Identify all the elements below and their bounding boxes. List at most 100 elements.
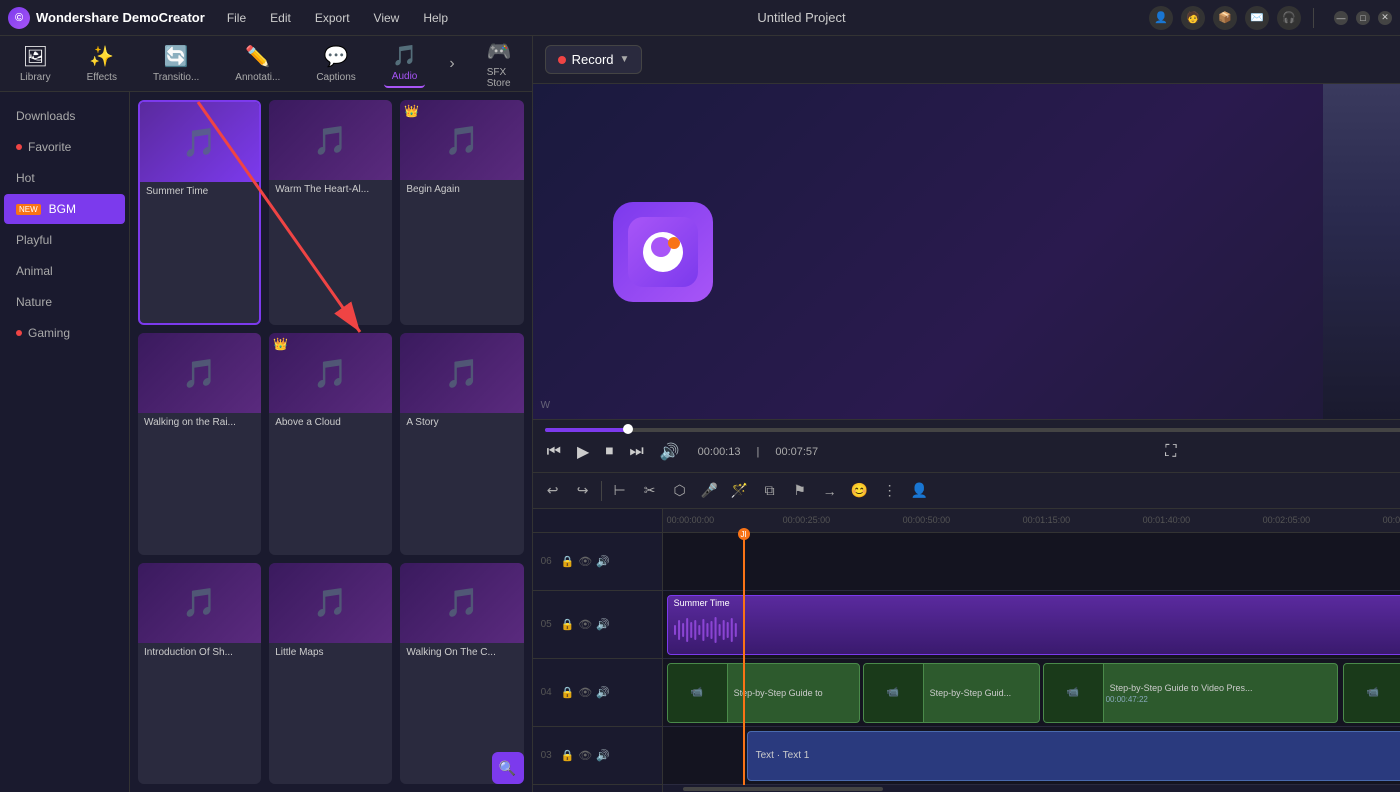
- sidebar-item-gaming[interactable]: Gaming: [4, 318, 125, 348]
- toolbar-library[interactable]: 🖼 Library: [12, 40, 59, 87]
- video-thumb-4: 📹: [1344, 664, 1400, 722]
- music-note-icon7: 🎵: [182, 586, 217, 619]
- sidebar-item-playful[interactable]: Playful: [4, 225, 125, 255]
- emoji-button[interactable]: 😊: [848, 479, 872, 503]
- toolbar-audio[interactable]: 🎵 Audio: [384, 39, 426, 88]
- music-card-intro[interactable]: 🎵 Introduction Of Sh...: [138, 563, 261, 784]
- record-button[interactable]: Record ▼: [545, 45, 643, 74]
- wand-button[interactable]: 🪄: [728, 479, 752, 503]
- fullscreen-button[interactable]: ⛶: [1163, 441, 1178, 463]
- track-eye-icon3[interactable]: 👁: [578, 686, 592, 699]
- music-card-summer-time[interactable]: 🎵 Summer Time: [138, 100, 261, 325]
- play-button[interactable]: ▶: [575, 440, 591, 464]
- track-lock-icon2[interactable]: 🔒: [561, 618, 575, 631]
- headset-icon[interactable]: 🎧: [1277, 6, 1301, 30]
- mic-button[interactable]: 🎤: [698, 479, 722, 503]
- track-eye-icon4[interactable]: 👁: [578, 749, 592, 762]
- skip-forward-button[interactable]: ⏭: [627, 441, 645, 463]
- track-area[interactable]: 00:00:00:00 00:00:25:00 00:00:50:00 00:0…: [663, 509, 1400, 792]
- track-lock-icon4[interactable]: 🔒: [561, 749, 575, 762]
- sidebar-item-favorite[interactable]: Favorite: [4, 132, 125, 162]
- crop-button[interactable]: ⬡: [668, 479, 692, 503]
- timeline-content: 06 🔒 👁 🔊 05 🔒 👁 🔊 04: [533, 509, 1400, 792]
- track-lock-icon[interactable]: 🔒: [561, 555, 575, 568]
- minimize-button[interactable]: —: [1334, 11, 1348, 25]
- text-clip-1[interactable]: Text · Text 1: [747, 731, 1400, 781]
- track-mute-icon3[interactable]: 🔊: [596, 686, 610, 699]
- video-clip-label-2: Step-by-Step Guid...: [926, 686, 1039, 700]
- person-button[interactable]: 👤: [908, 479, 932, 503]
- sidebar-item-nature[interactable]: Nature: [4, 287, 125, 317]
- track-header-03: 03 🔒 👁 🔊: [533, 727, 662, 785]
- cut-button[interactable]: ✂: [638, 479, 662, 503]
- scroll-track: [663, 785, 1400, 792]
- toolbar-captions[interactable]: 💬 Captions: [308, 40, 363, 87]
- bgm-label: BGM: [49, 202, 76, 216]
- flag-button[interactable]: ⚑: [788, 479, 812, 503]
- sidebar-item-animal[interactable]: Animal: [4, 256, 125, 286]
- progress-bar[interactable]: [545, 428, 1400, 432]
- sidebar-item-hot[interactable]: Hot: [4, 163, 125, 193]
- close-button[interactable]: ✕: [1378, 11, 1392, 25]
- menu-export[interactable]: Export: [309, 9, 356, 27]
- audio-label: Audio: [392, 71, 418, 82]
- video-controls: ⏮ ▶ ⏹ ⏭ 🔊 00:00:13 | 00:07:57 ⛶ Fit Fill…: [533, 419, 1400, 472]
- redo-button[interactable]: ↪: [571, 479, 595, 503]
- track-03-num: 03: [541, 750, 557, 761]
- track-lock-icon3[interactable]: 🔒: [561, 686, 575, 699]
- menu-view[interactable]: View: [368, 9, 406, 27]
- music-card-begin-again[interactable]: 👑 🎵 Begin Again: [400, 100, 523, 325]
- search-button[interactable]: 🔍: [492, 752, 524, 784]
- music-card-little-maps[interactable]: 🎵 Little Maps: [269, 563, 392, 784]
- menu-file[interactable]: File: [221, 9, 252, 27]
- music-card-above-cloud[interactable]: 👑 🎵 Above a Cloud: [269, 333, 392, 554]
- record-dot-icon: [558, 56, 566, 64]
- toolbar-sfxstore[interactable]: 🎮 SFX Store: [479, 35, 520, 93]
- track-eye-icon[interactable]: 👁: [578, 555, 592, 568]
- center-panel: Record ▼ ⬆ Export: [533, 36, 1400, 472]
- user-icon[interactable]: 🧑: [1181, 6, 1205, 30]
- center-right-area: Record ▼ ⬆ Export: [533, 36, 1400, 792]
- maximize-button[interactable]: □: [1356, 11, 1370, 25]
- stop-button[interactable]: ⏹: [603, 441, 615, 463]
- track-mute-icon2[interactable]: 🔊: [596, 618, 610, 631]
- menu-help[interactable]: Help: [417, 9, 454, 27]
- card-label-cloud: Above a Cloud: [269, 413, 392, 432]
- toolbar-more-icon[interactable]: ›: [445, 51, 458, 77]
- bgm-new-badge: NEW: [16, 204, 41, 215]
- sidebar-item-bgm[interactable]: NEW BGM: [4, 194, 125, 224]
- video-clip-1[interactable]: 📹 Step-by-Step Guide to: [667, 663, 860, 723]
- scroll-thumb[interactable]: [683, 787, 883, 791]
- music-card-warm-the-heart[interactable]: 🎵 Warm The Heart-Al...: [269, 100, 392, 325]
- inbox-icon[interactable]: 📦: [1213, 6, 1237, 30]
- toolbar-transitions[interactable]: 🔄 Transitio...: [145, 40, 207, 87]
- menu-edit[interactable]: Edit: [264, 9, 297, 27]
- track-mute-icon[interactable]: 🔊: [596, 555, 610, 568]
- arrow-button[interactable]: →: [818, 479, 842, 503]
- video-clip-2[interactable]: 📹 Step-by-Step Guid...: [863, 663, 1040, 723]
- music-card-a-story[interactable]: 🎵 A Story: [400, 333, 523, 554]
- grid-button[interactable]: ⋮: [878, 479, 902, 503]
- undo-button[interactable]: ↩: [541, 479, 565, 503]
- toolbar-annotations[interactable]: ✏️ Annotati...: [227, 40, 288, 87]
- account-icon[interactable]: 👤: [1149, 6, 1173, 30]
- sidebar-item-downloads[interactable]: Downloads: [4, 101, 125, 131]
- music-card-walking-c[interactable]: 🎵 Walking On The C...: [400, 563, 523, 784]
- ruler-mark-1: 00:00:25:00: [783, 515, 831, 525]
- music-card-walking-rain[interactable]: 🎵 Walking on the Rai...: [138, 333, 261, 554]
- video-clip-3[interactable]: 📹 Step-by-Step Guide to Video Pres... 00…: [1043, 663, 1338, 723]
- clip-waveform: [674, 608, 1400, 652]
- video-clip-4[interactable]: 📹 Step-by-Step Guide to Video Pres... 00…: [1343, 663, 1400, 723]
- audio-clip-summer-time[interactable]: Summer Time 00:03:26:2: [667, 595, 1400, 655]
- track-mute-icon4[interactable]: 🔊: [596, 749, 610, 762]
- skip-back-button[interactable]: ⏮: [545, 441, 563, 463]
- toolbar-effects[interactable]: ✨ Effects: [79, 40, 125, 87]
- playhead[interactable]: JI: [743, 533, 745, 785]
- favorite-dot: [16, 144, 22, 150]
- mail-icon[interactable]: ✉️: [1245, 6, 1269, 30]
- copy-button[interactable]: ⧉: [758, 479, 782, 503]
- ruler-mark-2: 00:00:50:00: [903, 515, 951, 525]
- track-eye-icon2[interactable]: 👁: [578, 618, 592, 631]
- split-button[interactable]: ⊢: [608, 479, 632, 503]
- volume-icon[interactable]: 🔊: [658, 440, 682, 464]
